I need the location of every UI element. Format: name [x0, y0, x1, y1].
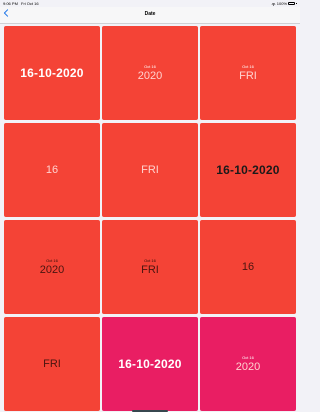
- tile-weekday[interactable]: FRI: [102, 123, 198, 217]
- tile-month-day-weekday[interactable]: Oct 16 FRI: [102, 220, 198, 314]
- tile-month-day-weekday[interactable]: Oct 16 FRI: [200, 26, 296, 120]
- tile-large-label: 16: [241, 261, 255, 273]
- status-time: 9:06 PM: [3, 1, 18, 6]
- tile-date-text: 16-10-2020: [216, 163, 280, 177]
- tile-day[interactable]: 16: [200, 220, 296, 314]
- tile-small-label: Oct 16: [242, 64, 254, 70]
- tile-large-label: FRI: [239, 69, 257, 82]
- tile-date-full[interactable]: 16-10-2020: [200, 123, 296, 217]
- battery-icon: [288, 2, 296, 5]
- status-left: 9:06 PM Fri Oct 16: [3, 1, 39, 6]
- page-title: Date: [144, 11, 156, 17]
- tile-date-full-selected[interactable]: 16-10-2020: [102, 317, 198, 412]
- tile-month-day-year[interactable]: Oct 16 2020: [4, 220, 100, 314]
- tile-weekday[interactable]: FRI: [4, 317, 100, 411]
- date-format-grid: 16-10-2020 Oct 16 2020 Oct 16 FRI 16 FRI…: [0, 23, 300, 412]
- tile-date-text: 16-10-2020: [20, 66, 84, 80]
- status-date: Fri Oct 16: [21, 1, 39, 6]
- tile-large-label: FRI: [141, 263, 159, 276]
- tile-date-full[interactable]: 16-10-2020: [4, 26, 100, 120]
- tile-small-label: Oct 16: [242, 355, 254, 361]
- tile-month-day-year[interactable]: Oct 16 2020: [200, 317, 296, 411]
- wifi-icon: [271, 2, 276, 6]
- tile-large-label: 16: [45, 164, 59, 176]
- status-right: 100%: [271, 1, 297, 6]
- navigation-bar: Date: [0, 7, 300, 24]
- status-bar: 9:06 PM Fri Oct 16 100%: [0, 0, 300, 7]
- tile-large-label: 2020: [39, 263, 65, 276]
- tile-large-label: 2020: [235, 360, 261, 373]
- tile-large-label: 2020: [137, 69, 163, 82]
- tile-day[interactable]: 16: [4, 123, 100, 217]
- tile-small-label: Oct 16: [144, 64, 156, 70]
- tile-month-day-year[interactable]: Oct 16 2020: [102, 26, 198, 120]
- tile-date-text: 16-10-2020: [118, 357, 182, 371]
- tile-small-label: Oct 16: [144, 258, 156, 264]
- tile-small-label: Oct 16: [46, 258, 58, 264]
- battery-percent: 100%: [276, 1, 288, 6]
- tile-large-label: FRI: [141, 164, 159, 176]
- tile-large-label: FRI: [43, 358, 61, 370]
